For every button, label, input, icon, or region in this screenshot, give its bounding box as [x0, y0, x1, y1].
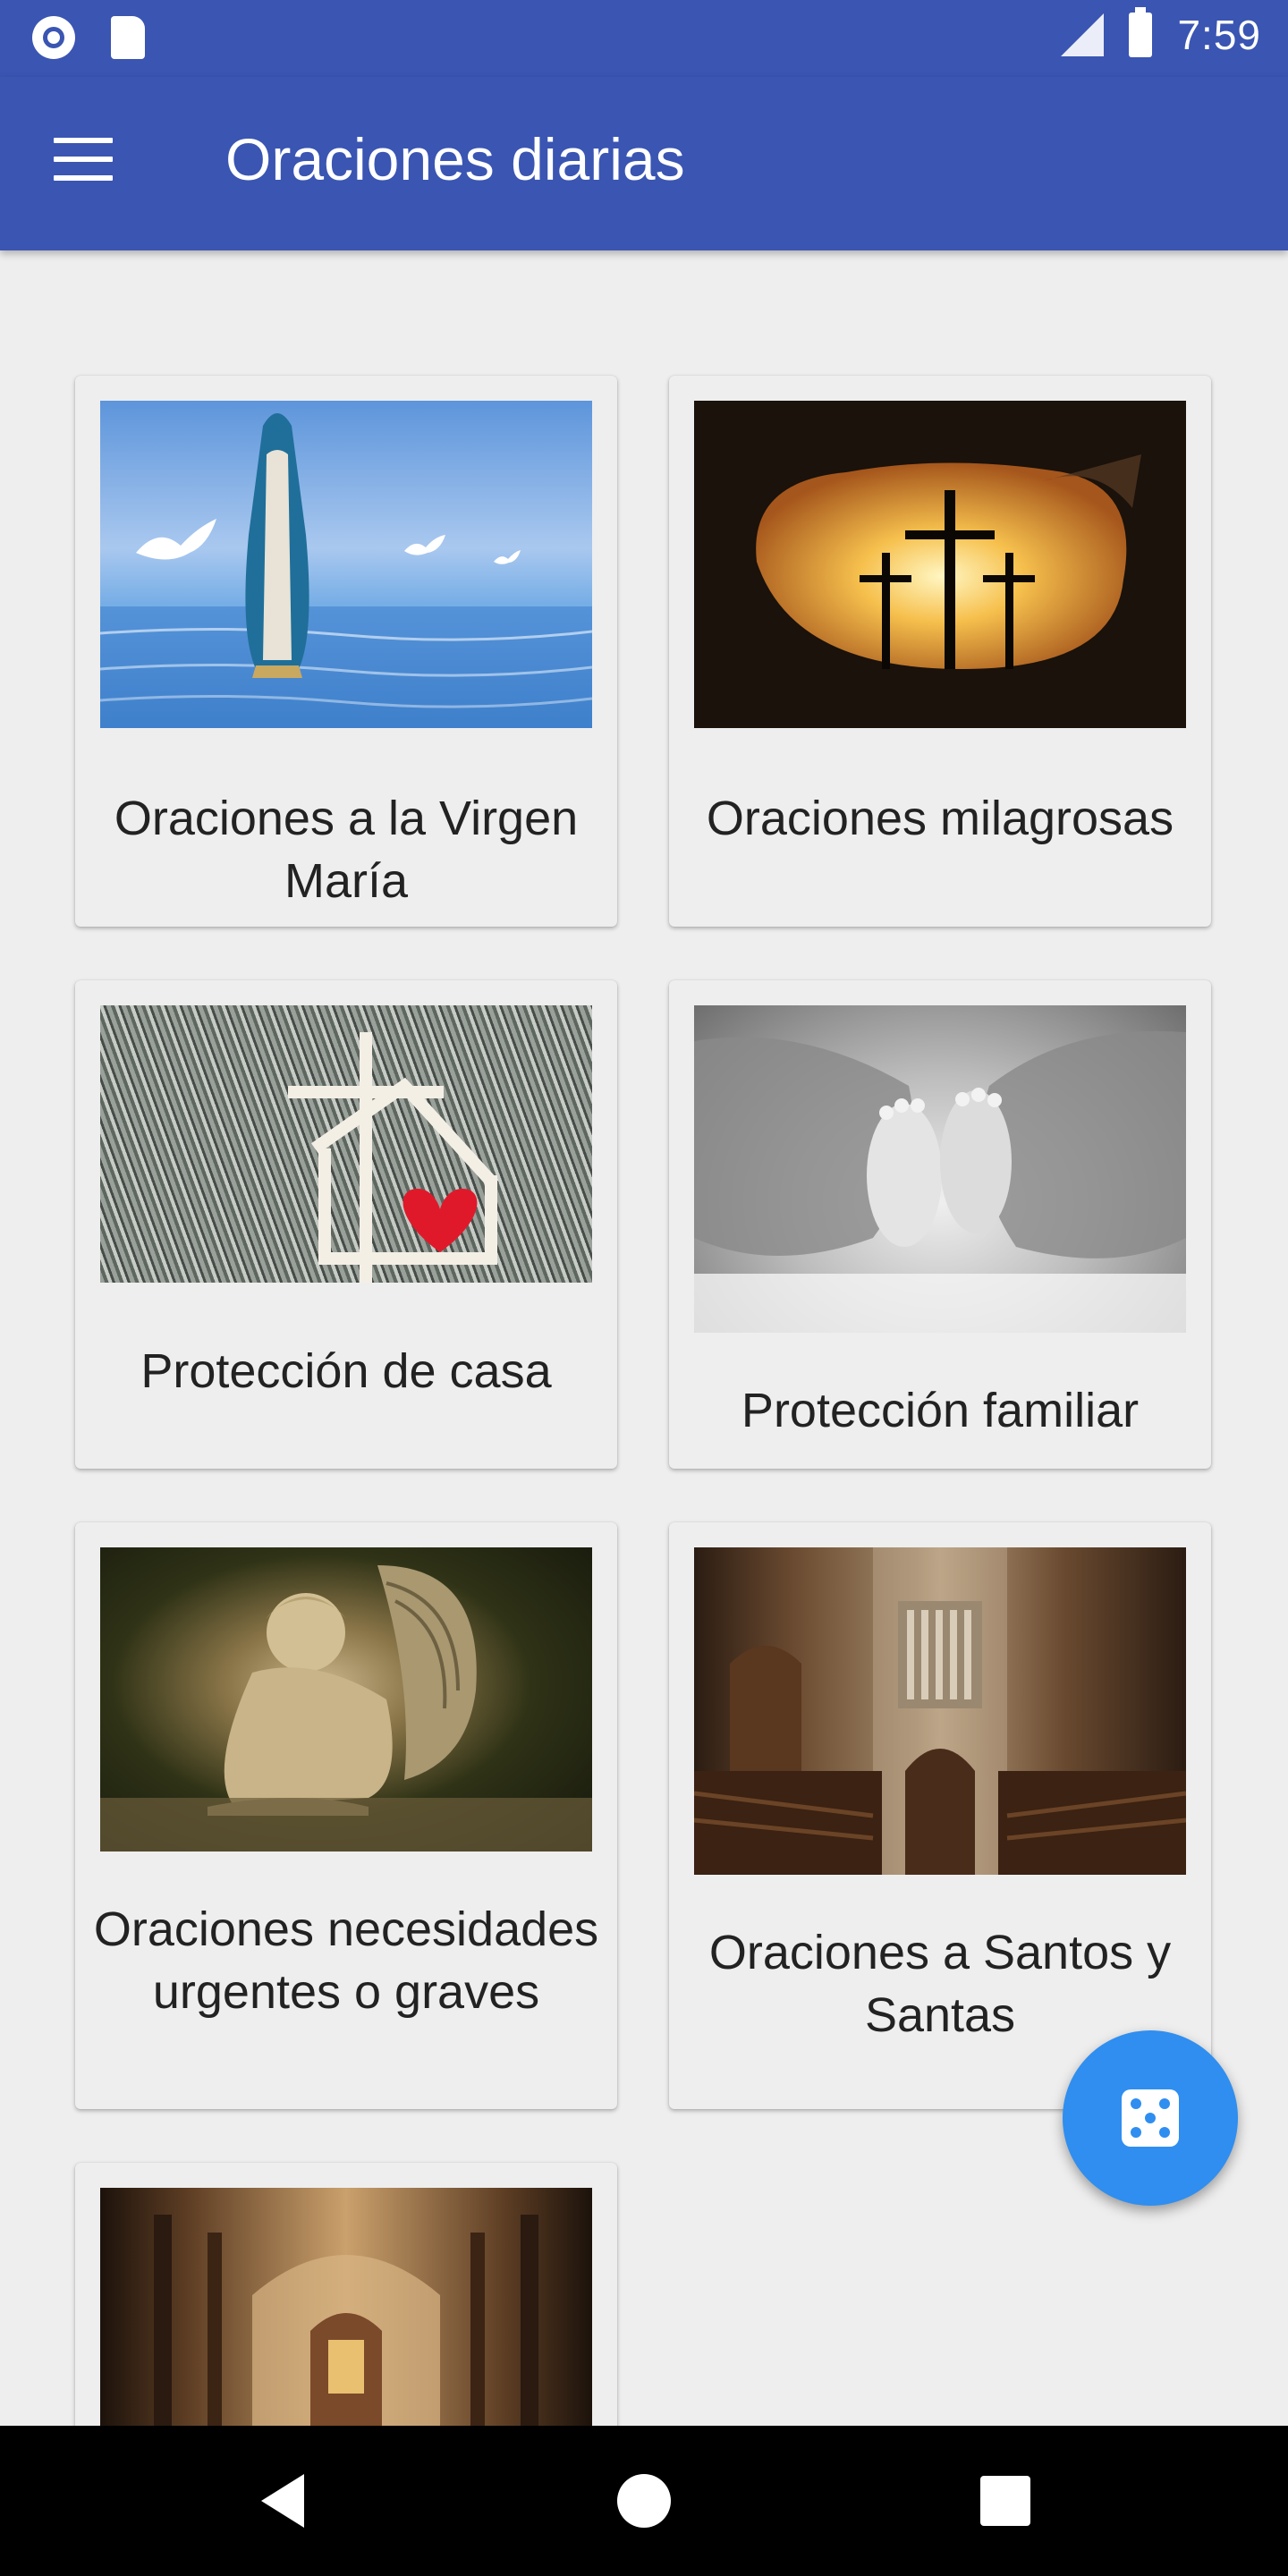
- category-card-milagrosas[interactable]: Oraciones milagrosas: [669, 376, 1211, 927]
- status-time: 7:59: [1177, 12, 1261, 58]
- category-label: Protección familiar: [741, 1384, 1140, 1437]
- three-crosses-image: [694, 401, 1186, 728]
- recents-icon[interactable]: [970, 2465, 1041, 2537]
- hamburger-menu-icon[interactable]: [54, 138, 122, 188]
- status-bar: 7:59: [0, 0, 1288, 77]
- app-bar: Oraciones diarias: [0, 77, 1288, 250]
- dice-icon: [1122, 2089, 1179, 2147]
- sd-card-icon: [111, 16, 145, 59]
- category-label: Oraciones milagrosas: [706, 792, 1174, 845]
- signal-icon: [1061, 13, 1105, 56]
- cathedral-altar-image: [100, 2188, 592, 2456]
- category-label: Oraciones necesidades urgentes o graves: [93, 1902, 599, 2019]
- house-cross-heart-image: [100, 1005, 592, 1283]
- battery-icon: [1129, 7, 1153, 57]
- screen: 7:59 Oraciones diarias Oraciones a la Vi…: [0, 0, 1288, 2576]
- category-label: Protección de casa: [140, 1344, 552, 1398]
- random-prayer-button[interactable]: [1063, 2030, 1238, 2206]
- back-icon[interactable]: [252, 2465, 324, 2537]
- category-card-proteccion-familiar[interactable]: Protección familiar: [669, 980, 1211, 1469]
- record-icon: [32, 16, 75, 59]
- system-nav-bar: [0, 2426, 1288, 2576]
- category-card-proteccion-casa[interactable]: Protección de casa: [75, 980, 617, 1469]
- category-card-santos[interactable]: Oraciones a Santos y Santas: [669, 1522, 1211, 2109]
- category-label: Oraciones a la Virgen María: [114, 792, 579, 908]
- baby-feet-hands-image: [694, 1005, 1186, 1333]
- category-card-virgen-maria[interactable]: Oraciones a la Virgen María: [75, 376, 617, 927]
- app-title: Oraciones diarias: [225, 126, 685, 192]
- home-icon[interactable]: [608, 2465, 680, 2537]
- angel-statue-image: [100, 1547, 592, 1852]
- category-card-necesidades-urgentes[interactable]: Oraciones necesidades urgentes o graves: [75, 1522, 617, 2109]
- category-label: Oraciones a Santos y Santas: [708, 1926, 1172, 2042]
- virgin-mary-image: [100, 401, 592, 728]
- cathedral-organ-image: [694, 1547, 1186, 1875]
